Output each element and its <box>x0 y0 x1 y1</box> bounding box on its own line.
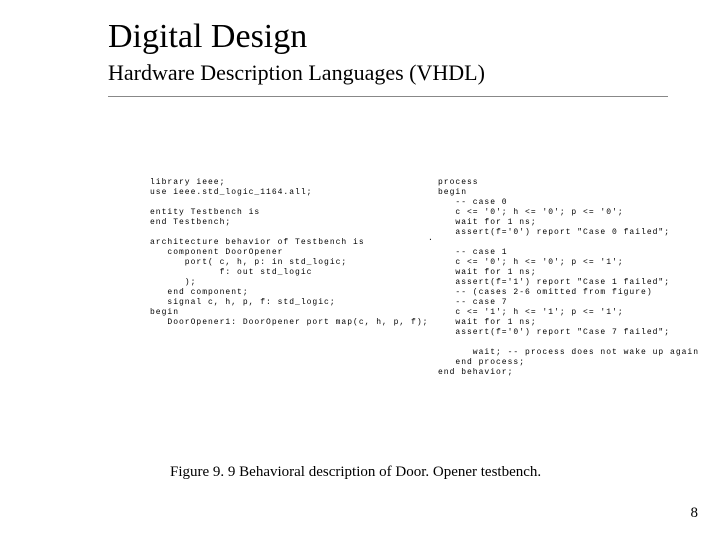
stray-period: . <box>428 234 434 243</box>
figure-caption: Figure 9. 9 Behavioral description of Do… <box>170 464 541 481</box>
code-block-left: library ieee; use ieee.std_logic_1164.al… <box>150 178 440 328</box>
title-rule <box>108 96 668 97</box>
page-number: 8 <box>691 505 699 522</box>
slide: Digital Design Hardware Description Lang… <box>0 0 720 540</box>
page-title: Digital Design <box>108 18 307 56</box>
code-block-right: process begin -- case 0 c <= '0'; h <= '… <box>438 178 698 378</box>
page-subtitle: Hardware Description Languages (VHDL) <box>108 60 485 86</box>
